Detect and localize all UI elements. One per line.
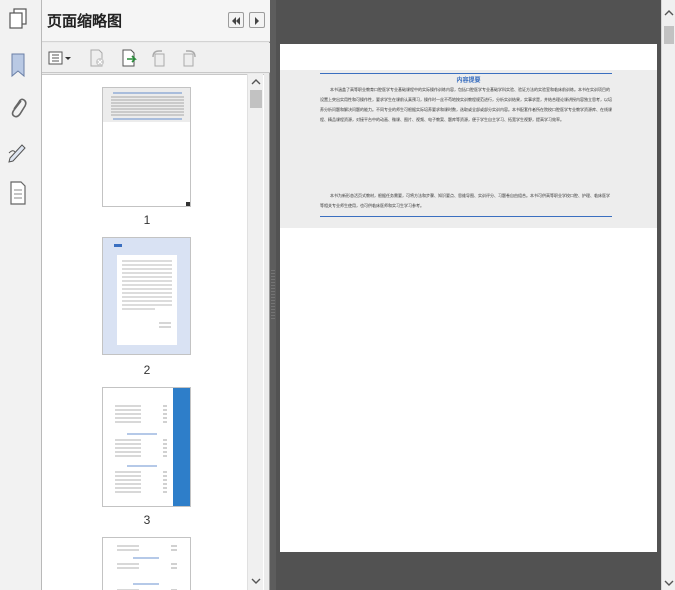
page-thumbnail-2[interactable] <box>102 237 191 355</box>
rotate-left-icon[interactable] <box>148 48 170 68</box>
pdf-viewer-window: 页面缩略图 1 2 3 内容提要 本书涵盖了高等职业教育口腔医学专业基础课程中的… <box>0 0 675 590</box>
summary-paragraph-1: 本书涵盖了高等职业教育口腔医学专业基础课程中的实际操作训练内容，包括口腔医学专业… <box>320 87 612 122</box>
document-icon[interactable] <box>4 178 32 208</box>
document-page: 内容提要 本书涵盖了高等职业教育口腔医学专业基础课程中的实际操作训练内容，包括口… <box>280 44 657 552</box>
panel-header: 页面缩略图 <box>42 0 270 42</box>
thumbnails-scrollbar[interactable] <box>247 74 263 590</box>
page-thumbnail-4[interactable] <box>102 537 191 590</box>
thumbnail-label-3: 3 <box>143 513 151 527</box>
page-thumbnail-3[interactable] <box>102 387 191 507</box>
expand-right-icon[interactable] <box>249 12 265 28</box>
summary-paragraph-2: 本书为新形态活页式教材，根据任务需要，可将方法和步骤、知识要点、思维导图、实训评… <box>320 193 610 208</box>
options-menu-icon[interactable] <box>46 48 74 68</box>
summary-title: 内容提要 <box>456 77 481 84</box>
page-thumbnail-1[interactable] <box>102 87 191 207</box>
summary-top-rule <box>320 73 612 74</box>
delete-page-icon[interactable] <box>86 48 108 68</box>
rotate-right-icon[interactable] <box>178 48 200 68</box>
summary-bottom-rule <box>320 216 612 217</box>
page-thumbnails-panel: 页面缩略图 1 2 3 <box>42 0 270 590</box>
document-view: 内容提要 本书涵盖了高等职业教育口腔医学专业基础课程中的实际操作训练内容，包括口… <box>276 0 661 590</box>
thumbnails-list: 1 2 3 <box>42 74 264 590</box>
bookmark-icon[interactable] <box>4 50 32 80</box>
navigation-icon-strip <box>0 0 42 590</box>
thumbnail-label-2: 2 <box>143 363 151 377</box>
thumbnail-label-1: 1 <box>143 213 151 227</box>
paperclip-icon[interactable] <box>4 93 32 123</box>
insert-page-icon[interactable] <box>118 48 140 68</box>
document-scrollbar[interactable] <box>661 0 675 590</box>
signature-pen-icon[interactable] <box>4 136 32 166</box>
summary-section: 内容提要 本书涵盖了高等职业教育口腔医学专业基础课程中的实际操作训练内容，包括口… <box>280 70 657 228</box>
collapse-left-icon[interactable] <box>228 12 244 28</box>
thumbnails-toolbar <box>42 43 270 73</box>
pages-panel-icon[interactable] <box>4 4 32 34</box>
panel-title: 页面缩略图 <box>47 12 123 30</box>
